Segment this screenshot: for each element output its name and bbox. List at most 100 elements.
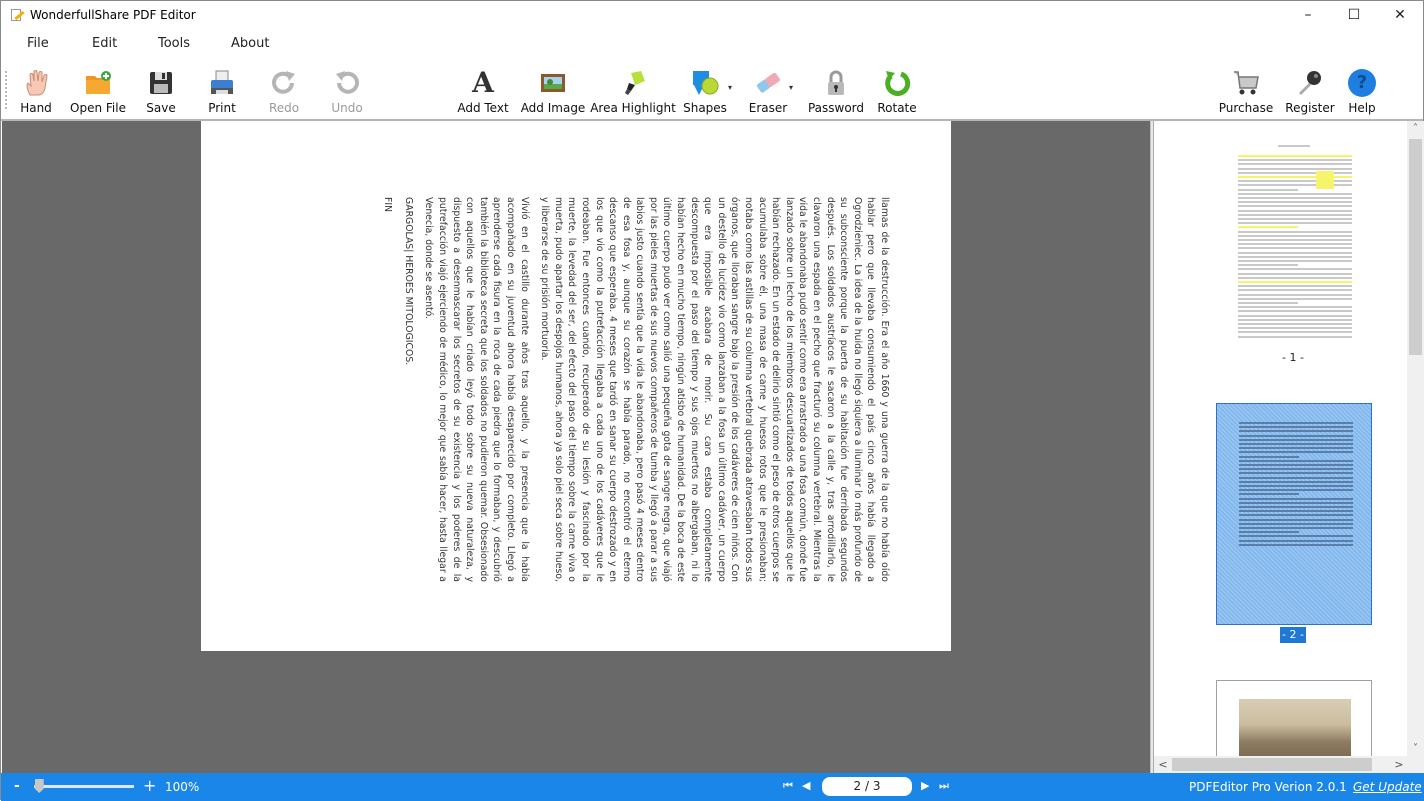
thumbnail-text-line bbox=[1239, 539, 1353, 542]
area-highlight-button[interactable]: Area Highlight bbox=[590, 69, 676, 117]
thumbnail-text-line bbox=[1238, 192, 1352, 195]
thumbnail-text-line bbox=[1238, 180, 1352, 183]
zoom-out-button[interactable]: - bbox=[14, 778, 20, 794]
last-page-button[interactable]: ⏭ bbox=[939, 779, 949, 793]
menu-tools[interactable]: Tools bbox=[158, 36, 190, 51]
pdf-page[interactable]: llamas de la destrucción. Era el año 166… bbox=[201, 121, 951, 651]
thumbnail-text-line bbox=[1239, 434, 1353, 437]
get-update-link[interactable]: Get Update bbox=[1353, 780, 1422, 794]
shapes-dropdown-arrow[interactable]: ▾ bbox=[728, 83, 732, 92]
zoom-level: 100% bbox=[165, 780, 200, 794]
print-button[interactable]: Print bbox=[207, 69, 237, 117]
open-file-button[interactable]: Open File bbox=[70, 69, 126, 117]
thumbnail-text-line bbox=[1238, 310, 1352, 313]
thumbnail-text-line bbox=[1239, 518, 1353, 521]
version-text: PDFEditor Pro Verion 2.0.1 bbox=[1189, 780, 1347, 794]
thumbnail-text-line bbox=[1238, 176, 1352, 178]
help-button[interactable]: ? Help bbox=[1347, 69, 1377, 117]
horizontal-scroll-thumb[interactable] bbox=[1172, 758, 1372, 771]
thumbnail-text-line bbox=[1238, 239, 1352, 241]
zoom-slider[interactable] bbox=[34, 785, 134, 788]
thumbnail-text-line bbox=[1238, 285, 1352, 288]
register-button[interactable]: Register bbox=[1285, 69, 1335, 117]
thumbnail-text-line bbox=[1238, 297, 1352, 300]
minimize-button[interactable]: – bbox=[1285, 1, 1331, 29]
highlighter-icon bbox=[619, 69, 647, 97]
shapes-label: Shapes bbox=[683, 101, 727, 115]
thumbnail-text-line bbox=[1239, 443, 1353, 445]
maximize-button[interactable]: ☐ bbox=[1331, 1, 1377, 29]
page-number-input[interactable]: 2 / 3 bbox=[822, 777, 912, 796]
thumbnail-text-line bbox=[1239, 485, 1353, 487]
rotate-button[interactable]: Rotate bbox=[877, 69, 917, 117]
thumbnail-text-line bbox=[1239, 531, 1299, 534]
thumbnail-text-line bbox=[1238, 167, 1352, 170]
redo-label: Redo bbox=[268, 101, 300, 115]
thumbnail-text-line bbox=[1238, 276, 1352, 279]
thumbnail-text-line bbox=[1238, 205, 1352, 208]
redo-icon bbox=[270, 69, 298, 97]
next-page-button[interactable]: ▶ bbox=[921, 779, 929, 792]
thumbnail-page-2[interactable] bbox=[1216, 403, 1372, 625]
vertical-scrollbar[interactable]: ˄ ˅ bbox=[1407, 121, 1424, 757]
add-image-button[interactable]: Add Image bbox=[521, 69, 585, 117]
purchase-button[interactable]: Purchase bbox=[1219, 69, 1273, 117]
scroll-up-arrow[interactable]: ˄ bbox=[1407, 121, 1424, 137]
save-disk-icon bbox=[147, 69, 175, 97]
thumbnail-page-1[interactable] bbox=[1216, 133, 1372, 345]
thumbnail-text-line bbox=[1238, 335, 1352, 338]
password-button[interactable]: Password bbox=[808, 69, 864, 117]
save-button[interactable]: Save bbox=[146, 69, 176, 117]
shapes-button[interactable]: Shapes bbox=[683, 69, 727, 117]
first-page-button[interactable]: ⏮ bbox=[783, 779, 793, 793]
thumbnail-text-line bbox=[1238, 289, 1352, 292]
thumbnail-text-line bbox=[1238, 272, 1352, 275]
thumbnail-text-line bbox=[1238, 218, 1352, 220]
toolbar: Hand Open File Save Print Redo Undo A Ad… bbox=[1, 63, 1423, 119]
help-label: Help bbox=[1348, 101, 1376, 115]
eraser-icon bbox=[754, 69, 782, 97]
zoom-in-button[interactable]: + bbox=[143, 776, 156, 795]
undo-icon bbox=[333, 69, 361, 97]
paragraph: GARGOLAS| HEROES MITOLOGICOS. bbox=[402, 197, 414, 366]
zoom-slider-handle[interactable] bbox=[34, 779, 44, 793]
scroll-right-arrow[interactable]: > bbox=[1391, 756, 1407, 773]
scroll-left-arrow[interactable]: < bbox=[1155, 756, 1171, 773]
rotate-label: Rotate bbox=[877, 101, 917, 115]
hand-button[interactable]: Hand bbox=[20, 69, 52, 117]
menu-about[interactable]: About bbox=[231, 36, 269, 51]
thumbnail-text-line bbox=[1239, 438, 1353, 441]
thumbnail-text-line bbox=[1238, 264, 1298, 267]
thumbnail-text-line bbox=[1239, 497, 1353, 500]
prev-page-button[interactable]: ◀ bbox=[802, 779, 810, 792]
eraser-button[interactable]: Eraser bbox=[749, 69, 787, 117]
document-viewer[interactable]: llamas de la destrucción. Era el año 166… bbox=[2, 121, 1150, 773]
close-button[interactable]: ✕ bbox=[1377, 1, 1423, 29]
thumbnail-text-line bbox=[1239, 535, 1353, 538]
redo-button[interactable]: Redo bbox=[269, 69, 299, 117]
thumbnail-text-line bbox=[1239, 430, 1353, 433]
add-text-button[interactable]: A Add Text bbox=[457, 69, 508, 117]
rotated-text: llamas de la destrucción. Era el año 166… bbox=[382, 197, 891, 582]
horizontal-scrollbar[interactable]: < > bbox=[1154, 756, 1424, 773]
thumbnail-text-line bbox=[1238, 318, 1352, 321]
thumbnail-text-line bbox=[1238, 281, 1352, 283]
open-folder-icon bbox=[84, 69, 112, 97]
thumbnail-text-line bbox=[1238, 155, 1352, 157]
thumbnail-text-line bbox=[1239, 506, 1353, 508]
thumbnail-text-line bbox=[1238, 243, 1352, 246]
thumbnail-text-line bbox=[1238, 302, 1298, 304]
menu-file[interactable]: File bbox=[27, 36, 49, 51]
thumbnail-text-line bbox=[1238, 268, 1352, 271]
undo-button[interactable]: Undo bbox=[331, 69, 363, 117]
thumbnail-text-line bbox=[1239, 514, 1353, 517]
thumbnail-text-line bbox=[1239, 451, 1353, 454]
scroll-down-arrow[interactable]: ˅ bbox=[1407, 741, 1424, 757]
thumbnail-text-line bbox=[1238, 327, 1352, 330]
thumbnail-text-line bbox=[1238, 260, 1352, 262]
vertical-scroll-thumb[interactable] bbox=[1409, 139, 1422, 355]
eraser-dropdown-arrow[interactable]: ▾ bbox=[789, 83, 793, 92]
menu-edit[interactable]: Edit bbox=[92, 36, 117, 51]
toolbar-grip[interactable] bbox=[5, 71, 7, 109]
key-icon bbox=[1296, 69, 1324, 97]
